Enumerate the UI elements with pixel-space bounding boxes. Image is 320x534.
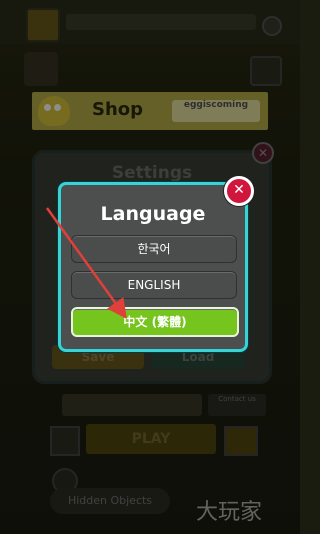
pointer-arrow [45,207,127,320]
